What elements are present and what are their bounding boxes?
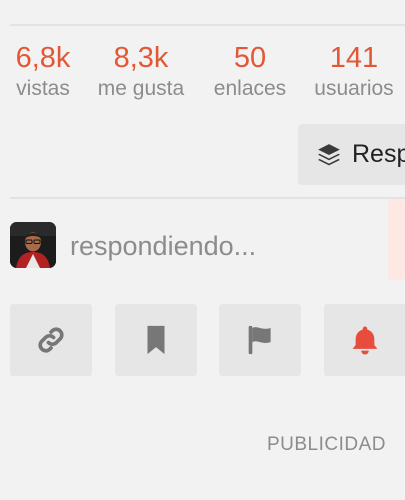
bell-icon [352,326,378,355]
reply-button[interactable]: Resp [298,124,405,185]
stat-users-label: usuarios [314,77,394,100]
flag-button[interactable] [219,304,301,376]
top-divider [10,24,405,26]
avatar-image [10,222,56,268]
share-link-button[interactable] [10,304,92,376]
bookmark-button[interactable] [115,304,197,376]
stat-views: 6,8k vistas [8,40,78,102]
section-divider [10,197,405,199]
stat-links-value: 50 [233,42,267,74]
user-avatar[interactable] [10,222,56,268]
advertising-label: PUBLICIDAD [266,434,386,455]
highlight-strip [388,199,405,280]
flag-icon [248,325,271,355]
stat-users[interactable]: 141 usuarios [308,40,400,102]
topic-stats: 6,8k vistas 8,3k me gusta 50 enlaces 141… [0,40,405,110]
stat-likes: 8,3k me gusta [92,40,190,102]
stat-links-label: enlaces [213,77,287,100]
reply-button-label: Resp [352,140,405,168]
layers-icon [318,143,340,165]
stat-likes-label: me gusta [97,77,185,100]
stat-views-label: vistas [16,77,70,100]
typing-indicator: respondiendo... [70,231,257,261]
stat-users-value: 141 [329,42,379,74]
stat-links[interactable]: 50 enlaces [208,40,292,102]
stat-views-value: 6,8k [15,42,71,74]
bookmark-icon [147,325,165,355]
notifications-button[interactable] [324,304,405,376]
link-icon [38,327,64,353]
stat-likes-value: 8,3k [113,42,169,74]
